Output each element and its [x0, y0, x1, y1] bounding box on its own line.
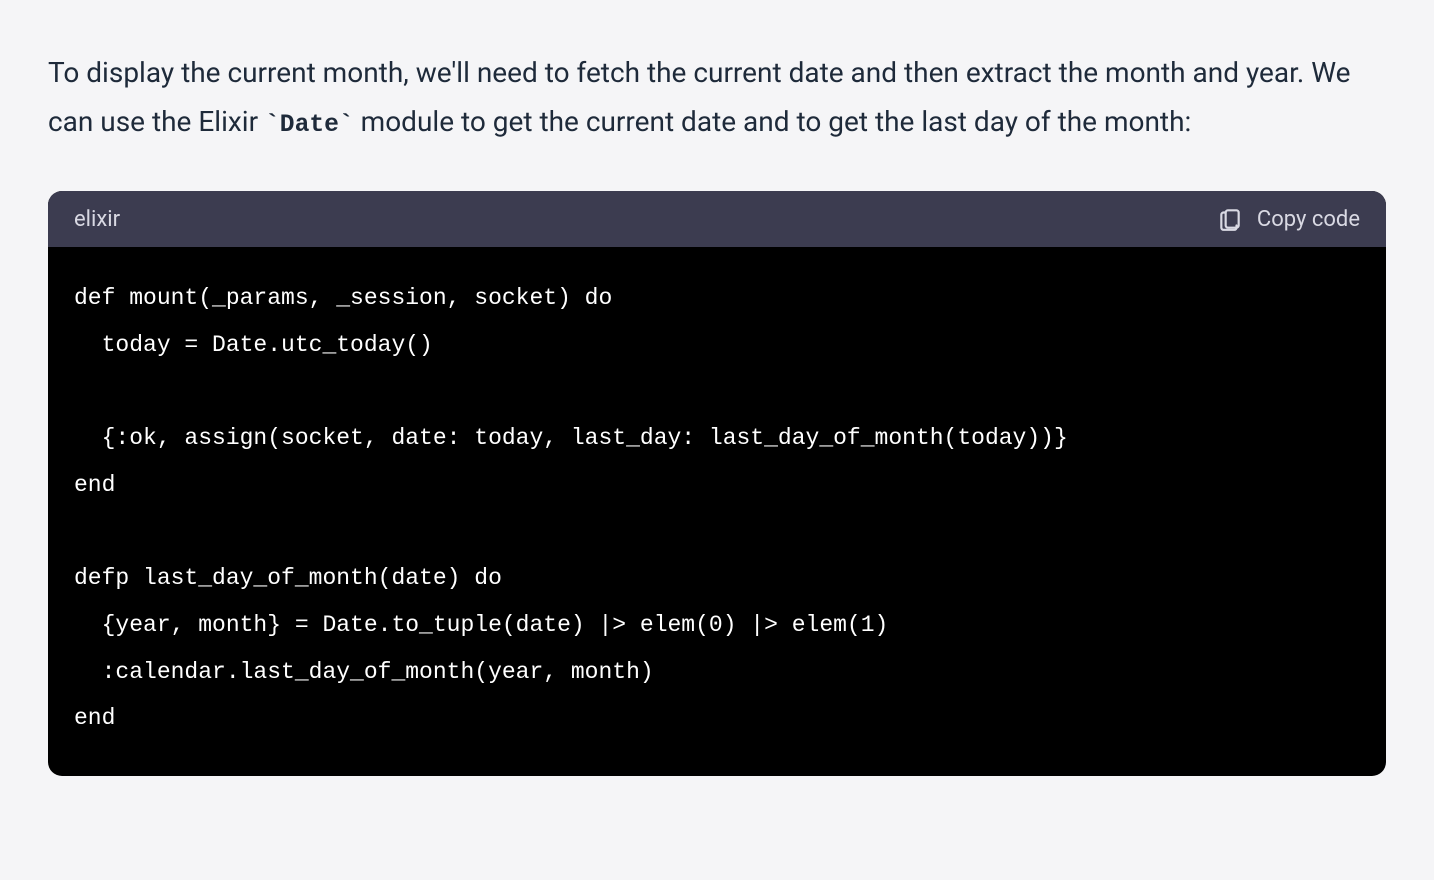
- copy-code-button[interactable]: Copy code: [1217, 206, 1360, 232]
- article-content: To display the current month, we'll need…: [48, 48, 1386, 776]
- code-block-header: elixir Copy code: [48, 191, 1386, 247]
- inline-code: `Date`: [265, 111, 354, 139]
- code-content: def mount(_params, _session, socket) do …: [74, 275, 1360, 742]
- paragraph: To display the current month, we'll need…: [48, 48, 1386, 147]
- copy-code-label: Copy code: [1257, 207, 1360, 232]
- code-block-body: def mount(_params, _session, socket) do …: [48, 247, 1386, 776]
- code-language-label: elixir: [74, 207, 120, 232]
- code-block: elixir Copy code def mount(_params, _ses…: [48, 191, 1386, 776]
- clipboard-icon: [1217, 206, 1243, 232]
- prose-text-after: module to get the current date and to ge…: [354, 105, 1192, 138]
